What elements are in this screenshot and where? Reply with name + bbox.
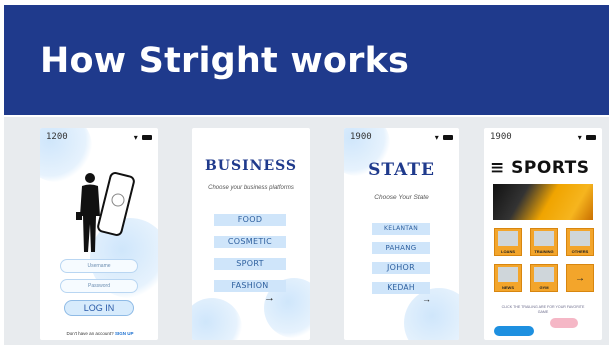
tile-gym[interactable]: GYM — [530, 264, 558, 292]
business-title: BUSINESS — [204, 158, 298, 174]
tile-image — [534, 231, 554, 246]
signup-prompt: Don't have an account? SIGN UP — [48, 331, 152, 336]
tile-label: TRAINING — [534, 249, 554, 254]
menu-icon[interactable]: ≡ — [490, 158, 505, 178]
background-blob — [192, 298, 242, 340]
password-field[interactable]: Password — [60, 279, 138, 293]
tile-label: GYM — [539, 285, 549, 290]
status-icons: ▾ — [134, 133, 152, 142]
tile-others[interactable]: OTHERS — [566, 228, 594, 256]
sports-header: ≡ SPORTS — [490, 158, 590, 178]
tile-image — [570, 231, 590, 246]
tile-training[interactable]: TRAINING — [530, 228, 558, 256]
battery-icon — [142, 135, 152, 141]
next-arrow-icon: → — [575, 273, 585, 284]
tile-label: LOANS — [501, 249, 515, 254]
battery-icon — [586, 135, 596, 141]
tile-label: NEWS — [502, 285, 514, 290]
tile-label: OTHERS — [571, 249, 589, 254]
option-cosmetic[interactable]: COSMETIC — [214, 236, 286, 248]
status-time: 1200 — [46, 132, 68, 142]
business-subtitle: Choose your business platforms — [208, 185, 294, 191]
option-food[interactable]: FOOD — [214, 214, 286, 226]
primary-button[interactable] — [494, 326, 534, 336]
status-time: 1900 — [490, 132, 512, 142]
business-screen: BUSINESS Choose your business platforms … — [192, 128, 310, 340]
option-fashion[interactable]: FASHION — [214, 280, 286, 292]
sports-title: SPORTS — [511, 158, 590, 178]
tile-image — [534, 267, 554, 282]
tile-loans[interactable]: LOANS — [494, 228, 522, 256]
battery-icon — [443, 135, 453, 141]
status-time: 1900 — [350, 132, 372, 142]
option-johor[interactable]: JOHOR — [372, 262, 430, 274]
header-banner: How Stright works — [4, 5, 609, 115]
tile-image — [498, 267, 518, 282]
page-title: How Stright works — [40, 41, 410, 81]
login-screen: 1200 ▾ Username Password LOG IN Don't ha… — [40, 128, 158, 340]
state-subtitle: Choose Your State — [374, 194, 429, 201]
username-field[interactable]: Username — [60, 259, 138, 273]
signup-text: Don't have an account? — [66, 331, 114, 336]
secondary-button[interactable] — [550, 318, 578, 328]
login-button[interactable]: LOG IN — [64, 300, 134, 316]
state-screen: 1900 ▾ STATE Choose Your State KELANTAN … — [344, 128, 459, 340]
sports-banner-image[interactable] — [493, 184, 593, 220]
tile-image — [498, 231, 518, 246]
next-arrow-icon[interactable]: → — [264, 292, 275, 304]
tile-news[interactable]: NEWS — [494, 264, 522, 292]
background-blob — [404, 288, 459, 340]
state-title: STATE — [368, 160, 435, 180]
next-arrow-icon[interactable]: → — [422, 294, 431, 304]
option-pahang[interactable]: PAHANG — [372, 242, 430, 254]
option-kelantan[interactable]: KELANTAN — [372, 223, 430, 235]
sports-footnote: CLICK THE TRAILING ARE FOR YOUR FAVORITE… — [501, 305, 585, 314]
option-sport[interactable]: SPORT — [214, 258, 286, 270]
status-icons: ▾ — [435, 133, 453, 142]
signup-link[interactable]: SIGN UP — [115, 331, 134, 336]
option-kedah[interactable]: KEDAH — [372, 282, 430, 294]
sports-screen: 1900 ▾ ≡ SPORTS LOANS TRAINING OTHERS NE… — [484, 128, 602, 340]
person-with-phone-illustration — [76, 172, 135, 252]
status-icons: ▾ — [578, 133, 596, 142]
tile-next[interactable]: → — [566, 264, 594, 292]
